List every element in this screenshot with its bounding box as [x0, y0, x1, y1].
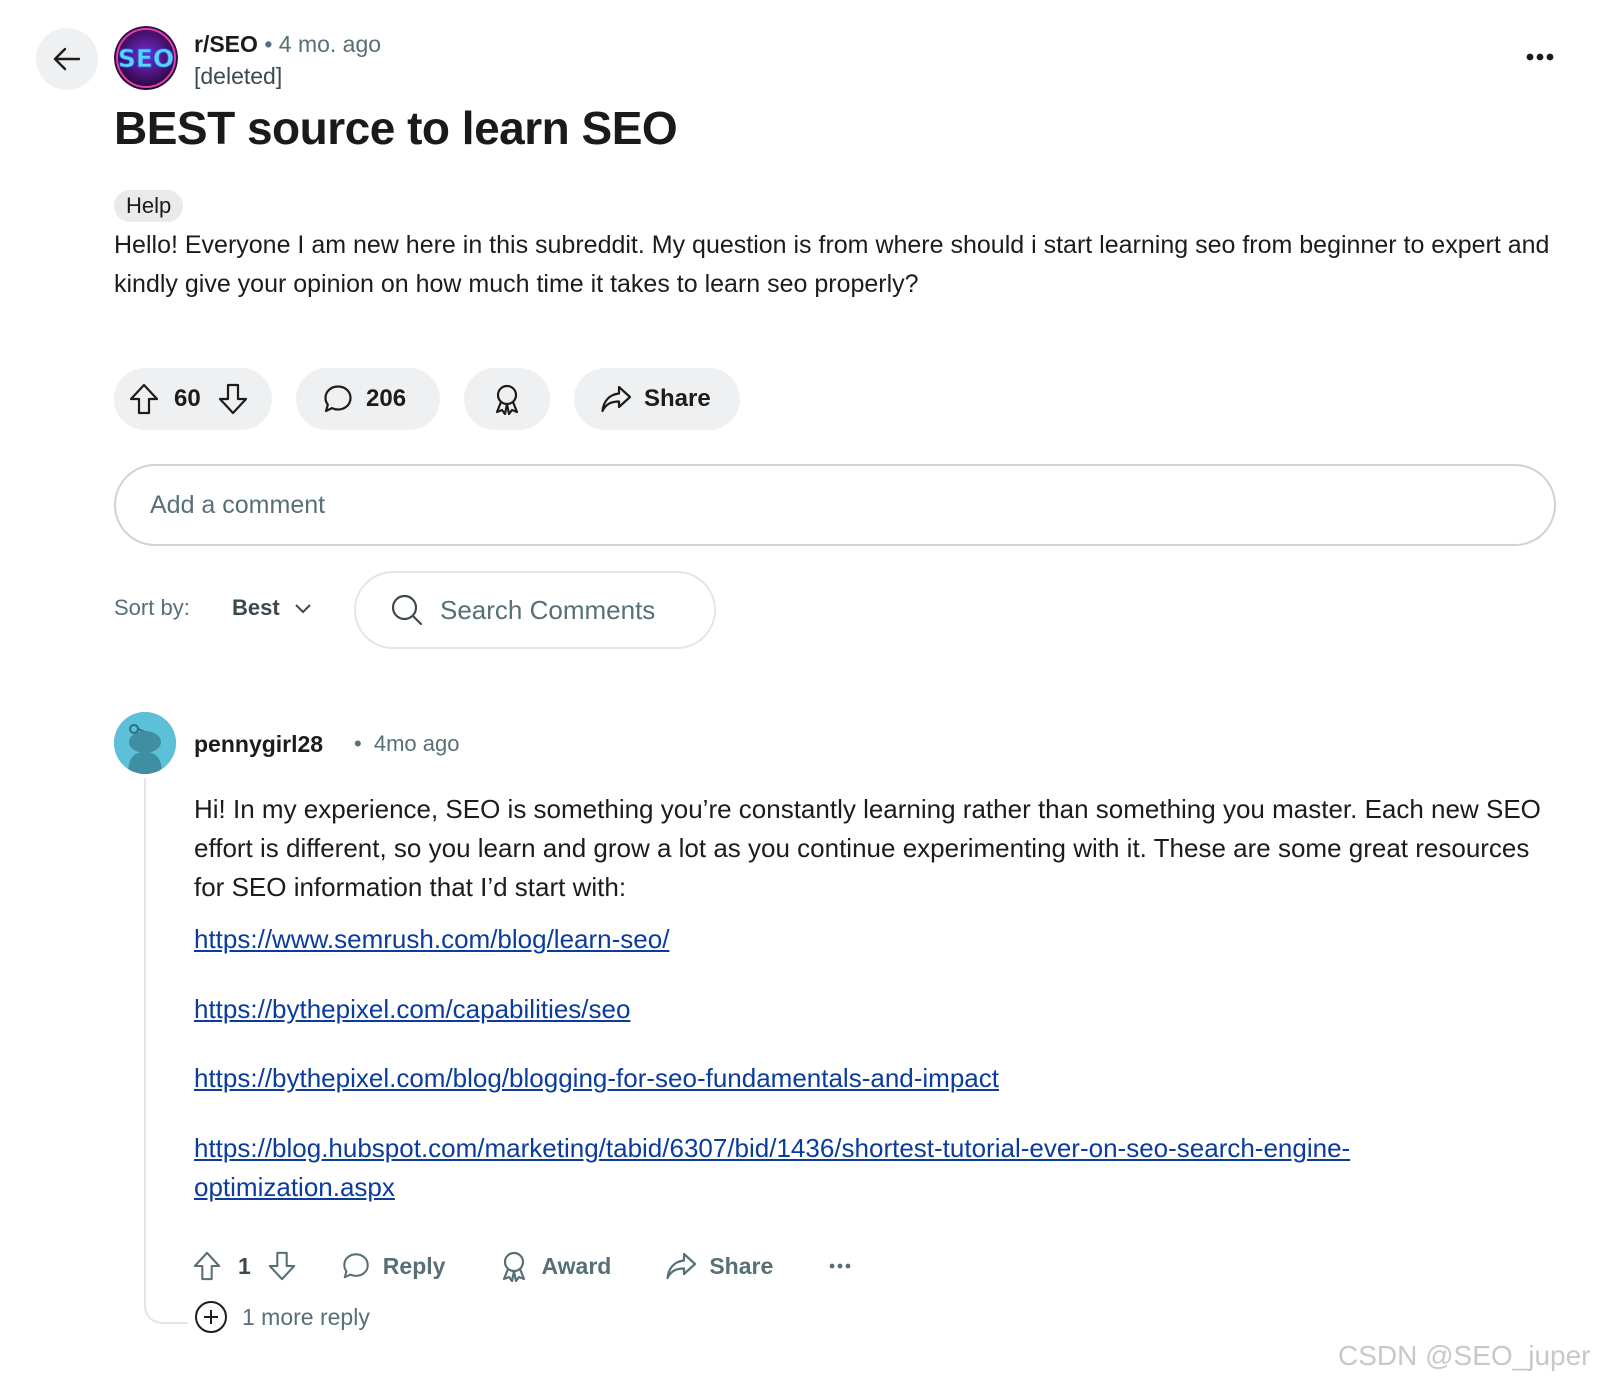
post-author: [deleted] [194, 63, 283, 89]
subreddit-icon: SEO [114, 26, 178, 90]
downvote-icon[interactable] [217, 382, 249, 416]
share-button[interactable]: Share [665, 1251, 773, 1281]
avatar[interactable] [114, 712, 176, 774]
award-button[interactable] [464, 368, 550, 430]
upvote-icon[interactable] [128, 382, 160, 416]
award-button[interactable]: Award [499, 1250, 611, 1282]
comment-icon [324, 385, 352, 413]
thread-connector [144, 1296, 188, 1324]
comment-link[interactable]: https://bythepixel.com/blog/blogging-for… [194, 1059, 1534, 1098]
share-button[interactable]: Share [574, 368, 740, 430]
comment-count: 206 [366, 385, 407, 412]
vote-count: 60 [174, 385, 201, 412]
share-icon [601, 385, 632, 413]
plus-circle-icon [195, 1301, 227, 1333]
award-icon [503, 1251, 526, 1282]
add-comment-input[interactable]: Add a comment [114, 464, 1556, 546]
post-time: 4 mo. ago [278, 31, 382, 57]
vote-bar: 60 [114, 368, 272, 430]
comment-link[interactable]: https://www.semrush.com/blog/learn-seo/ [194, 920, 1534, 959]
thread-line[interactable] [144, 778, 146, 1310]
more-replies-button[interactable]: 1 more reply [194, 1300, 370, 1334]
comment-link[interactable]: https://blog.hubspot.com/marketing/tabid… [194, 1129, 1494, 1207]
watermark: CSDN @SEO_juper [1338, 1340, 1591, 1371]
comment-actions: 1 Reply Award Share [192, 1246, 851, 1286]
comment-author[interactable]: pennygirl28 [194, 728, 323, 760]
meta-separator: • [264, 31, 273, 57]
search-placeholder: Search Comments [440, 594, 656, 625]
comment-icon [343, 1253, 369, 1279]
share-label: Share [709, 1252, 774, 1279]
post-meta: r/SEO • 4 mo. ago [194, 28, 381, 60]
search-comments-input[interactable]: Search Comments [354, 571, 716, 649]
back-arrow-icon [53, 47, 81, 71]
comment-body: Hi! In my experience, SEO is something y… [194, 794, 1541, 902]
award-icon [495, 384, 519, 415]
post-body: Hello! Everyone I am new here in this su… [114, 231, 1550, 298]
share-label: Share [644, 385, 711, 412]
more-options-button[interactable] [829, 1262, 851, 1270]
award-label: Award [541, 1252, 612, 1279]
more-options-icon [1526, 53, 1554, 61]
comment-time: 4mo ago [373, 731, 460, 756]
subreddit-name[interactable]: r/SEO [194, 31, 258, 57]
sort-dropdown[interactable]: Best [232, 592, 312, 624]
snoo-avatar-icon [114, 712, 176, 774]
downvote-icon[interactable] [267, 1250, 297, 1282]
chevron-down-icon [294, 604, 311, 614]
subreddit-avatar[interactable]: SEO [114, 26, 178, 90]
share-icon [666, 1252, 697, 1280]
sort-value: Best [232, 595, 280, 620]
sort-label: Sort by: [114, 595, 190, 620]
reply-label: Reply [382, 1252, 446, 1279]
comment-vote: 1 [192, 1250, 297, 1282]
back-button[interactable] [36, 28, 98, 90]
upvote-icon[interactable] [192, 1250, 222, 1282]
more-options-button[interactable] [1520, 42, 1560, 72]
post-flair[interactable]: Help [114, 190, 184, 222]
search-icon [391, 594, 423, 626]
reply-button[interactable]: Reply [341, 1251, 446, 1281]
more-options-icon [829, 1263, 851, 1269]
post-title: BEST source to learn SEO [114, 102, 678, 154]
comments-button[interactable]: 206 [296, 368, 440, 430]
more-replies-label: 1 more reply [242, 1303, 370, 1330]
comment-vote-count: 1 [238, 1252, 251, 1279]
comment-meta: • 4mo ago [354, 728, 459, 760]
comment-link[interactable]: https://bythepixel.com/capabilities/seo [194, 990, 1534, 1029]
svg-text:SEO: SEO [118, 44, 174, 73]
meta-separator: • [354, 731, 362, 756]
